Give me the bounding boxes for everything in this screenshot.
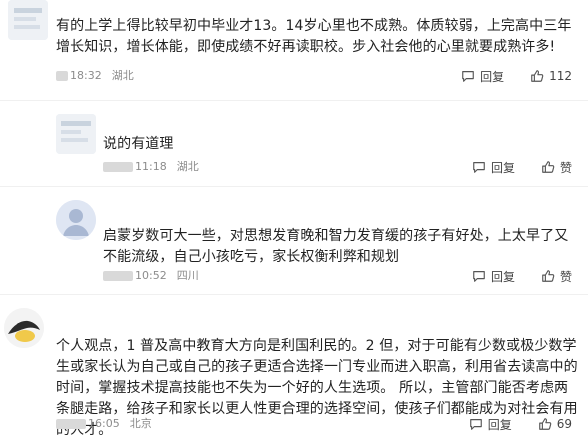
like-label: 赞 (559, 160, 572, 175)
redacted-username (103, 162, 133, 172)
thumbs-up-icon (538, 418, 552, 430)
comment-bubble-icon (473, 162, 485, 173)
comment-text: 说的有道理 (103, 136, 174, 152)
like-label: 赞 (559, 269, 572, 284)
avatar[interactable] (8, 0, 48, 40)
comment-meta: 11:18 湖北 (103, 159, 199, 175)
reply-label: 回复 (490, 160, 515, 175)
comment-actions: 回复 赞 (446, 267, 572, 285)
comment-text: 启蒙岁数可大一些，对思想发育晚和智力发育缓的孩子有好处，上太早了又不能流级，自己… (103, 228, 569, 265)
reply-button[interactable]: 回复 (461, 68, 504, 85)
avatar[interactable] (4, 308, 44, 348)
reply-label: 回复 (487, 417, 512, 432)
thumbs-up-icon (531, 70, 544, 82)
reply-button[interactable]: 回复 (472, 268, 515, 285)
like-button[interactable]: 112 (530, 69, 572, 83)
comment-item: 说的有道理 11:18 湖北 回复 赞 (0, 100, 588, 184)
comment-item: 个人观点，1 普及高中教育大方向是利国利民的。2 但，对于可能有少数或极少数学生… (0, 294, 588, 439)
like-button[interactable]: 69 (538, 417, 572, 431)
comment-time: 18:32 (70, 69, 102, 82)
comment-actions: 回复 112 (435, 67, 572, 85)
comment-location: 北京 (129, 417, 152, 430)
like-button[interactable]: 赞 (541, 268, 572, 285)
comment-bubble-icon (469, 419, 482, 430)
thumbs-up-icon (542, 270, 555, 282)
comment-bubble-icon (473, 271, 485, 282)
comment-meta: 10:52 四川 (103, 268, 199, 284)
redacted-username (56, 419, 86, 429)
comment-location: 湖北 (176, 160, 199, 173)
comment-location: 湖北 (111, 69, 134, 82)
avatar[interactable] (56, 114, 96, 154)
comment-location: 四川 (176, 269, 199, 282)
reply-label: 回复 (490, 269, 515, 284)
comment-meta: 18:32 湖北 (56, 68, 134, 84)
like-count: 69 (556, 417, 572, 431)
comment-meta: 16:05 北京 (56, 416, 152, 432)
comment-actions: 回复 69 (443, 415, 572, 433)
comment-time: 11:18 (135, 160, 167, 173)
comment-item: 启蒙岁数可大一些，对思想发育晚和智力发育缓的孩子有好处，上太早了又不能流级，自己… (0, 186, 588, 294)
comment-item: 有的上学上得比较早初中毕业才13。14岁心里也不成熟。体质较弱，上完高中三年增长… (0, 0, 588, 100)
like-count: 112 (549, 69, 572, 83)
avatar[interactable] (56, 200, 96, 240)
comment-time: 16:05 (88, 417, 120, 430)
comment-time: 10:52 (135, 269, 167, 282)
comment-actions: 回复 赞 (446, 158, 572, 176)
reply-label: 回复 (480, 69, 505, 84)
thumbs-up-icon (542, 161, 555, 173)
reply-button[interactable]: 回复 (469, 416, 512, 433)
redacted-username (56, 71, 68, 81)
reply-button[interactable]: 回复 (472, 159, 515, 176)
like-button[interactable]: 赞 (541, 159, 572, 176)
comment-bubble-icon (462, 71, 474, 82)
redacted-username (103, 271, 133, 281)
comment-text: 有的上学上得比较早初中毕业才13。14岁心里也不成熟。体质较弱，上完高中三年增长… (56, 18, 572, 55)
